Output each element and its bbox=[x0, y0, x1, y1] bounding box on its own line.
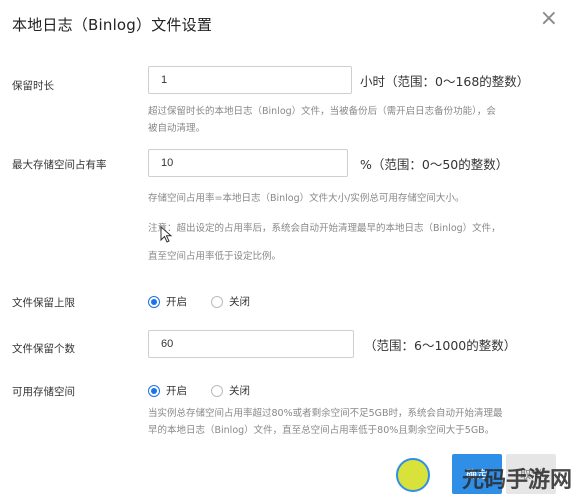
mouse-cursor-icon bbox=[160, 226, 173, 243]
binlog-settings-dialog: 本地日志（Binlog）文件设置 × 保留时长 小时（范围：0～168的整数） … bbox=[0, 0, 580, 500]
max-storage-help-1: 存储空间占用率=本地日志（Binlog）文件大小/实例总可用存储空间大小。 bbox=[148, 193, 465, 204]
max-storage-input[interactable] bbox=[148, 149, 348, 177]
available-storage-on-radio[interactable] bbox=[148, 384, 160, 397]
available-storage-off-label[interactable]: 关闭 bbox=[229, 383, 250, 398]
file-count-label: 文件保留个数 bbox=[12, 343, 75, 355]
max-storage-help-2: 注意：超出设定的占用率后，系统会自动开始清理最早的本地日志（Binlog）文件， bbox=[148, 223, 501, 234]
file-limit-off-label[interactable]: 关闭 bbox=[229, 294, 250, 309]
watermark-text: 元码手游网 bbox=[461, 468, 572, 493]
retention-time-help-1: 超过保留时长的本地日志（Binlog）文件，当被备份后（需开启日志备份功能），会 bbox=[148, 106, 496, 117]
file-limit-on-label[interactable]: 开启 bbox=[166, 294, 187, 309]
available-storage-label: 可用存储空间 bbox=[12, 386, 75, 398]
retention-time-label: 保留时长 bbox=[12, 80, 54, 92]
available-storage-help-1: 当实例总存储空间占用率超过80%或者剩余空间不足5GB时，系统会自动开始清理最 bbox=[148, 408, 503, 419]
file-count-input[interactable] bbox=[148, 330, 354, 358]
max-storage-help-3: 直至空间占用率低于设定比例。 bbox=[148, 251, 282, 262]
available-storage-help-2: 早的本地日志（Binlog）文件，直至总空间占用率低于80%且剩余空间大于5GB… bbox=[148, 425, 495, 436]
watermark-logo-icon bbox=[396, 458, 430, 492]
available-storage-radio-group: 开启 关闭 bbox=[148, 383, 268, 398]
file-count-range: （范围：6～1000的整数） bbox=[364, 338, 517, 353]
close-icon[interactable]: × bbox=[540, 6, 558, 31]
max-storage-label: 最大存储空间占有率 bbox=[12, 159, 107, 171]
file-limit-off-radio[interactable] bbox=[211, 295, 223, 308]
retention-time-input[interactable] bbox=[148, 66, 352, 94]
available-storage-off-radio[interactable] bbox=[211, 384, 223, 397]
dialog-title: 本地日志（Binlog）文件设置 bbox=[12, 16, 213, 34]
retention-time-range: 小时（范围：0～168的整数） bbox=[360, 74, 530, 89]
retention-time-help-2: 被自动清理。 bbox=[148, 123, 206, 134]
file-limit-label: 文件保留上限 bbox=[12, 297, 75, 309]
file-limit-radio-group: 开启 关闭 bbox=[148, 294, 268, 309]
max-storage-range: %（范围：0～50的整数） bbox=[360, 157, 509, 172]
file-limit-on-radio[interactable] bbox=[148, 295, 160, 308]
available-storage-on-label[interactable]: 开启 bbox=[166, 383, 187, 398]
